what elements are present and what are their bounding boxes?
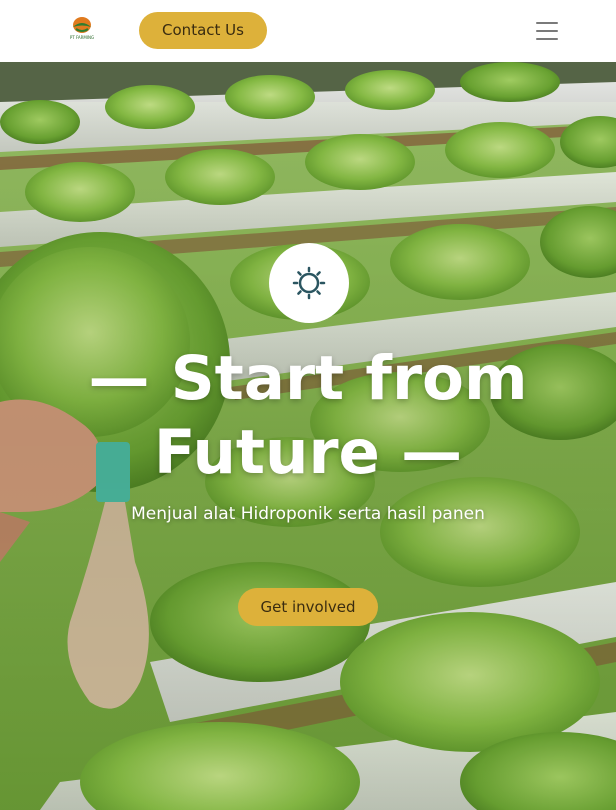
hero-section: — Start from Future — Menjual alat Hidro… [0,62,616,810]
hero-subtitle: Menjual alat Hidroponik serta hasil pane… [131,504,485,524]
sun-icon-circle [269,243,349,323]
contact-us-button[interactable]: Contact Us [139,12,267,49]
hero-headline-line2: Future — [153,417,463,488]
logo-text: PT FARMING [69,35,95,40]
hero-headline: — Start from Future — [0,342,616,490]
sun-icon [292,266,326,300]
hero-headline-line1: — Start from [88,343,528,414]
hamburger-menu-icon[interactable] [532,17,562,45]
get-involved-button[interactable]: Get involved [238,588,378,626]
top-navbar: PT FARMING Contact Us [0,0,616,62]
